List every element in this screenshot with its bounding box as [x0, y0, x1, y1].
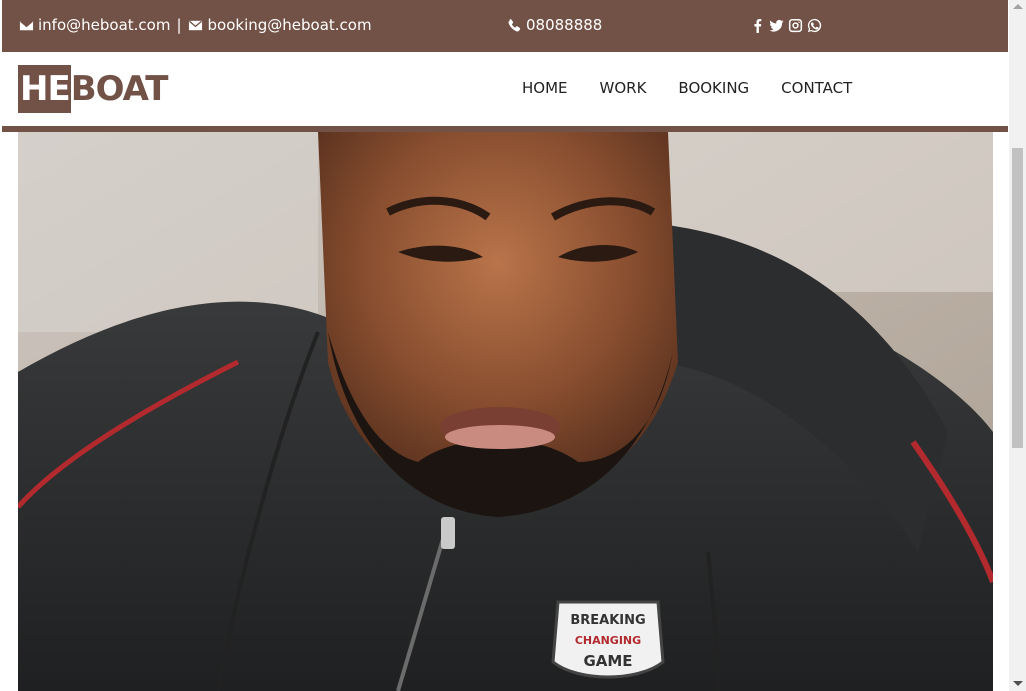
twitter-icon[interactable] [769, 17, 784, 33]
portrait-photo: BREAKING CHANGING GAME [18, 132, 993, 691]
hoodie-badge: BREAKING CHANGING GAME [551, 600, 665, 679]
primary-nav: HOME WORK BOOKING CONTACT [522, 79, 884, 97]
envelope-icon [18, 17, 34, 33]
nav-item-home[interactable]: HOME [522, 79, 568, 97]
scrollbar-thumb[interactable] [1012, 148, 1023, 448]
svg-text:BREAKING: BREAKING [570, 613, 645, 628]
svg-text:CHANGING: CHANGING [575, 634, 641, 647]
scroll-up-arrow-icon[interactable] [1013, 4, 1023, 9]
info-email-link[interactable]: info@heboat.com [38, 16, 170, 34]
nav-item-contact[interactable]: CONTACT [781, 79, 852, 97]
hero-image: BREAKING CHANGING GAME [18, 132, 993, 691]
scroll-down-arrow-icon[interactable] [1013, 681, 1023, 686]
site-logo[interactable]: HE BOAT [18, 65, 169, 113]
email-separator: | [176, 16, 182, 34]
whatsapp-icon[interactable] [807, 17, 822, 33]
nav-item-work[interactable]: WORK [600, 79, 647, 97]
social-links [750, 17, 822, 33]
logo-he: HE [18, 65, 71, 113]
phone-contact: 08088888 [506, 16, 602, 34]
facebook-icon[interactable] [750, 17, 765, 33]
instagram-icon[interactable] [788, 17, 803, 33]
envelope-icon [188, 17, 204, 33]
main-navbar: HE BOAT HOME WORK BOOKING CONTACT [2, 52, 1008, 126]
svg-text:GAME: GAME [583, 652, 632, 670]
nav-item-booking[interactable]: BOOKING [678, 79, 749, 97]
top-contact-bar: info@heboat.com | booking@heboat.com 080… [2, 0, 1008, 52]
phone-icon [506, 17, 522, 33]
logo-boat: BOAT [70, 69, 169, 109]
booking-email-link[interactable]: booking@heboat.com [208, 16, 372, 34]
phone-link[interactable]: 08088888 [526, 16, 602, 34]
email-contacts: info@heboat.com | booking@heboat.com [18, 16, 372, 34]
